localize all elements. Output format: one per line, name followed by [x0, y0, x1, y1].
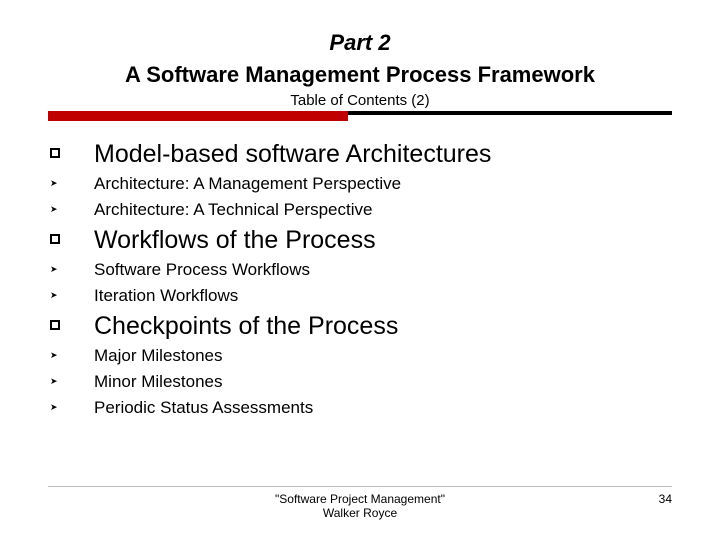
arrow-bullet-icon: ➤	[48, 369, 94, 393]
arrow-bullet-icon: ➤	[48, 257, 94, 281]
footer-divider	[48, 486, 672, 487]
page-number: 34	[659, 492, 672, 506]
divider-red	[48, 111, 348, 121]
list-item: ➤ Major Milestones	[48, 343, 672, 369]
arrow-bullet-icon: ➤	[48, 343, 94, 367]
toc-label: Table of Contents (2)	[48, 92, 672, 109]
list-item-text: Architecture: A Technical Perspective	[94, 197, 672, 223]
arrow-bullet-icon: ➤	[48, 395, 94, 419]
list-item-text: Architecture: A Management Perspective	[94, 171, 672, 197]
footer: "Software Project Management" Walker Roy…	[0, 492, 720, 526]
section-title: Workflows of the Process	[94, 223, 672, 257]
arrow-bullet-icon: ➤	[48, 283, 94, 307]
list-item: ➤ Architecture: A Management Perspective	[48, 171, 672, 197]
list-item-text: Software Process Workflows	[94, 257, 672, 283]
part-title: Part 2	[48, 30, 672, 56]
square-bullet-icon	[50, 320, 60, 330]
list-item-text: Minor Milestones	[94, 369, 672, 395]
section-title: Model-based software Architectures	[94, 137, 672, 171]
list-item: ➤ Architecture: A Technical Perspective	[48, 197, 672, 223]
section-title: Checkpoints of the Process	[94, 309, 672, 343]
section-heading: Model-based software Architectures	[48, 137, 672, 171]
list-item-text: Major Milestones	[94, 343, 672, 369]
arrow-bullet-icon: ➤	[48, 171, 94, 195]
footer-center: "Software Project Management" Walker Roy…	[0, 492, 720, 521]
section-heading: Workflows of the Process	[48, 223, 672, 257]
list-item: ➤ Iteration Workflows	[48, 283, 672, 309]
square-bullet-icon	[50, 148, 60, 158]
list-item: ➤ Periodic Status Assessments	[48, 395, 672, 421]
list-item: ➤ Software Process Workflows	[48, 257, 672, 283]
divider	[48, 111, 672, 121]
subtitle: A Software Management Process Framework	[48, 62, 672, 88]
list-item-text: Iteration Workflows	[94, 283, 672, 309]
footer-author: Walker Royce	[323, 506, 397, 520]
section-heading: Checkpoints of the Process	[48, 309, 672, 343]
square-bullet-icon	[50, 234, 60, 244]
arrow-bullet-icon: ➤	[48, 197, 94, 221]
list-item-text: Periodic Status Assessments	[94, 395, 672, 421]
slide: Part 2 A Software Management Process Fra…	[0, 0, 720, 540]
footer-book: "Software Project Management"	[275, 492, 445, 506]
content: Model-based software Architectures ➤ Arc…	[48, 135, 672, 421]
list-item: ➤ Minor Milestones	[48, 369, 672, 395]
